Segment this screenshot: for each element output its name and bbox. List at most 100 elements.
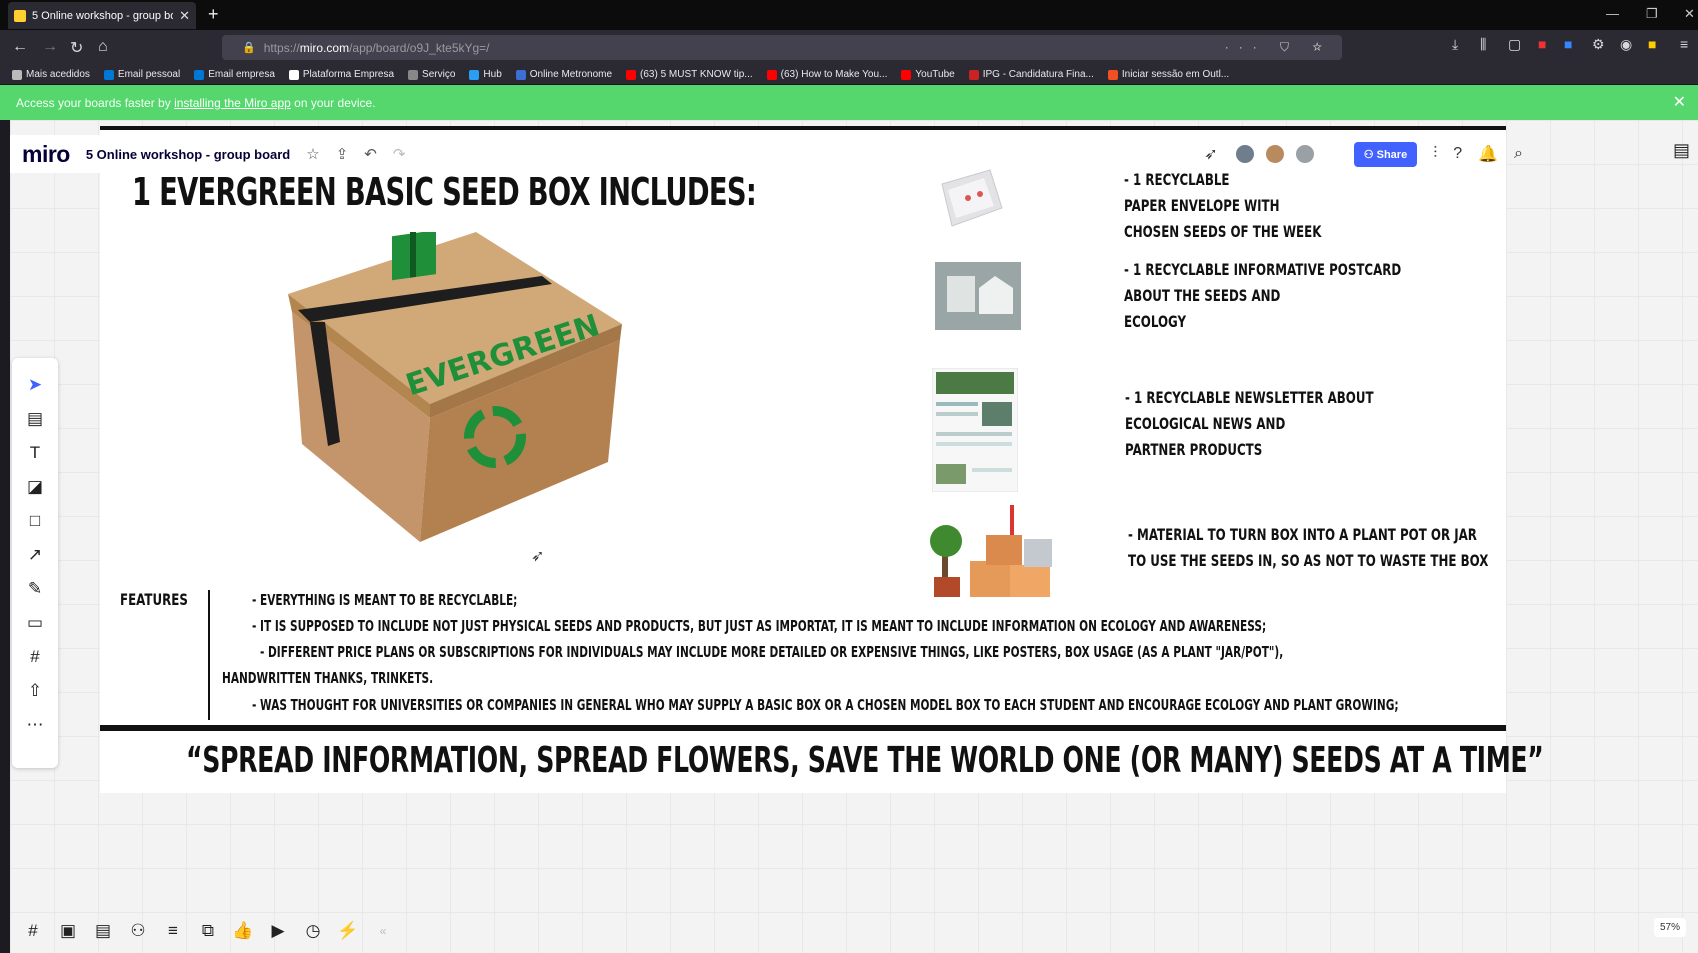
bookmark-item[interactable]: Plataforma Empresa (288, 69, 394, 80)
features-label: FEATURES (120, 590, 188, 609)
newsletter-image (932, 368, 1018, 492)
bookmark-icon (408, 69, 419, 80)
headline: 1 EVERGREEN BASIC SEED BOX INCLUDES: (132, 170, 757, 214)
presentation-icon[interactable]: ▣ (57, 921, 79, 941)
close-banner-icon[interactable]: ✕ (1673, 92, 1686, 112)
avatar[interactable] (1233, 143, 1256, 165)
url-bar[interactable]: 🔒 https://miro.com/app/board/o9J_kte5kYg… (222, 35, 1342, 60)
kanban-icon[interactable]: ≡ (162, 921, 184, 941)
menu-icon[interactable]: ≡ (1680, 36, 1688, 52)
comment-icon[interactable]: ▭ (24, 612, 46, 634)
item-envelope-text: - 1 RECYCLABLE PAPER ENVELOPE WITH CHOSE… (1124, 170, 1322, 241)
screen: 5 Online workshop - group bo ✕ + — ❐ ✕ ←… (0, 0, 1698, 953)
bookmark-label: Iniciar sessão em Outl... (1121, 69, 1230, 80)
settings-sliders-icon[interactable]: ⫶ (1433, 145, 1437, 163)
pen-icon[interactable]: ✎ (24, 578, 46, 600)
bookmark-item[interactable]: Hub (469, 69, 502, 80)
bookmark-icon (968, 69, 979, 80)
upload-icon[interactable]: ⇧ (24, 680, 46, 702)
bookmark-item[interactable]: (63) 5 MUST KNOW tip... (626, 69, 753, 80)
bookmark-item[interactable]: Email pessoal (103, 69, 180, 80)
bookmark-item[interactable]: YouTube (901, 69, 955, 80)
board-name[interactable]: 5 Online workshop - group board (86, 147, 290, 162)
timer-icon[interactable]: ◷ (302, 921, 324, 941)
home-icon[interactable]: ⌂ (98, 38, 108, 56)
back-icon[interactable]: ← (12, 38, 28, 56)
bookmark-item[interactable]: Iniciar sessão em Outl... (1107, 69, 1230, 80)
notifications-icon[interactable]: 🔔 (1478, 144, 1498, 164)
bookmark-item[interactable]: IPG - Candidatura Fina... (968, 69, 1094, 80)
frames-icon[interactable]: # (22, 921, 44, 941)
feature-line: - EVERYTHING IS MEANT TO BE RECYCLABLE; (252, 591, 518, 609)
new-tab-icon[interactable]: + (208, 4, 219, 25)
creation-toolbar: ➤ ▤ T ◪ □ ↗ ✎ ▭ # ⇧ ⋯ (12, 358, 58, 768)
search-icon[interactable]: ⌕ (1514, 145, 1523, 163)
power-ups-icon[interactable]: ⚡ (337, 921, 359, 941)
help-icon[interactable]: ? (1453, 145, 1462, 163)
screen-share-icon[interactable]: ⧉ (197, 921, 219, 941)
bookmark-item[interactable]: Online Metronome (515, 69, 612, 80)
envelope-image (941, 169, 1003, 227)
frame-icon[interactable]: # (24, 646, 46, 668)
forward-icon[interactable]: → (42, 38, 58, 56)
extension-icon[interactable]: ⚙ (1592, 36, 1605, 53)
undo-icon[interactable]: ↶ (364, 145, 377, 163)
sidebar-icon[interactable]: ▢ (1508, 36, 1521, 53)
bookmark-item[interactable]: (63) How to Make You... (766, 69, 888, 80)
connector-icon[interactable]: ↗ (24, 544, 46, 566)
library-icon[interactable]: ⫼ (1480, 36, 1486, 53)
cursor-toggle-icon[interactable]: ➶ (1204, 144, 1217, 164)
bookmark-icon (766, 69, 777, 80)
extension-icon[interactable]: ■ (1538, 36, 1546, 52)
export-icon[interactable]: ⇪ (336, 145, 349, 163)
text-tool-icon[interactable]: T (24, 442, 46, 464)
bookmark-item[interactable]: Mais acedidos (12, 69, 90, 80)
select-tool-icon[interactable]: ➤ (24, 374, 46, 396)
collapse-icon[interactable]: « (372, 924, 394, 938)
sticky-note-icon[interactable]: ◪ (24, 476, 46, 498)
page-actions-icon[interactable]: ··· ⛉ ☆ (1225, 40, 1332, 55)
video-icon[interactable]: ▶ (267, 921, 289, 941)
restore-icon[interactable]: ❐ (1646, 6, 1658, 22)
bookmark-icon (515, 69, 526, 80)
account-icon[interactable]: ◉ (1620, 36, 1632, 53)
collaborators-icon[interactable]: ⚇ (127, 921, 149, 941)
redo-icon[interactable]: ↷ (393, 145, 406, 163)
star-icon[interactable]: ☆ (306, 145, 319, 163)
bookmark-label: (63) How to Make You... (780, 69, 888, 80)
avatar[interactable] (1263, 143, 1286, 165)
bookmarks-bar: Mais acedidos Email pessoal Email empresa P… (0, 65, 1698, 85)
miro-logo[interactable]: miro (22, 141, 70, 168)
close-window-icon[interactable]: ✕ (1684, 6, 1695, 22)
board-header-right: ➶ ⚇ Share ⫶ ? 🔔 ⌕ (1196, 138, 1523, 170)
bookmark-icon (288, 69, 299, 80)
tab-title: 5 Online workshop - group bo (32, 9, 174, 22)
more-tools-icon[interactable]: ⋯ (24, 714, 46, 736)
minimize-icon[interactable]: — (1606, 6, 1619, 21)
share-button[interactable]: ⚇ Share (1353, 141, 1418, 167)
browser-tab[interactable]: 5 Online workshop - group bo ✕ (8, 2, 196, 29)
downloads-icon[interactable]: ⤓ (1452, 36, 1458, 53)
install-app-link[interactable]: installing the Miro app (174, 96, 291, 110)
bottom-toolbar: # ▣ ▤ ⚇ ≡ ⧉ 👍 ▶ ◷ ⚡ « (22, 916, 394, 946)
item-postcard-text: - 1 RECYCLABLE INFORMATIVE POSTCARD ABOU… (1124, 260, 1402, 331)
chat-icon[interactable]: ▤ (92, 921, 114, 941)
close-tab-icon[interactable]: ✕ (179, 8, 190, 24)
plant-pot-image (930, 505, 1052, 597)
avatar[interactable] (1293, 143, 1316, 165)
url-path: /app/board/o9J_kte5kYg=/ (349, 40, 490, 55)
zoom-level[interactable]: 57% (1653, 918, 1686, 937)
shape-tool-icon[interactable]: □ (24, 510, 46, 532)
templates-icon[interactable]: ▤ (24, 408, 46, 430)
voting-icon[interactable]: 👍 (232, 921, 254, 941)
bookmark-icon (901, 69, 912, 80)
notes-panel-icon[interactable]: ▤ (1673, 140, 1690, 161)
mouse-cursor-icon: ➶ (531, 548, 545, 565)
reload-icon[interactable]: ↻ (70, 38, 83, 58)
extension-icon[interactable]: ■ (1564, 36, 1572, 52)
bookmark-item[interactable]: Serviço (408, 69, 455, 80)
lock-icon: 🔒 (242, 42, 256, 54)
extension-icon[interactable]: ■ (1648, 36, 1656, 52)
bookmark-icon (1107, 69, 1118, 80)
bookmark-item[interactable]: Email empresa (194, 69, 275, 80)
